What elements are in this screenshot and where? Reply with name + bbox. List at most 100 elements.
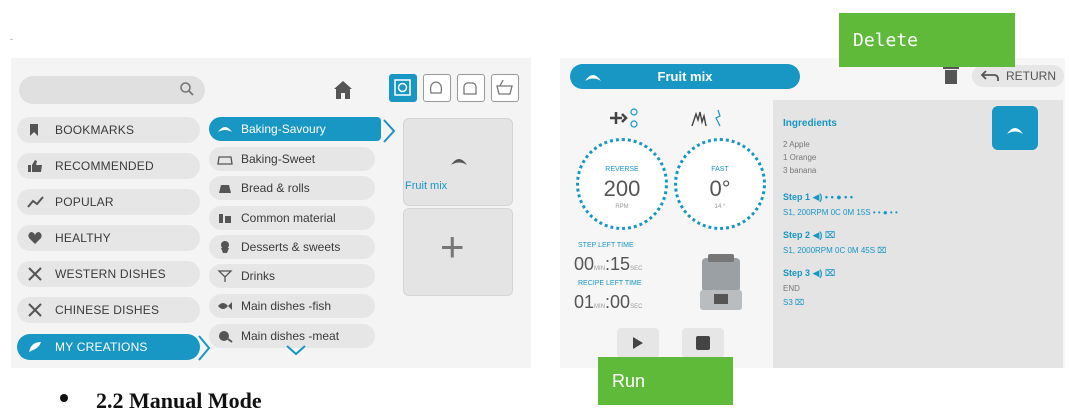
subcategory-label: Baking-Sweet xyxy=(241,152,316,166)
return-button[interactable]: RETURN xyxy=(972,65,1064,87)
subcategory-baking-savoury[interactable]: Baking-Savoury xyxy=(209,117,381,141)
play-button[interactable] xyxy=(617,328,659,358)
subcategory-label: Bread & rolls xyxy=(241,181,310,195)
ingredients-panel: Ingredients 2 Apple 1 Orange 3 banana St… xyxy=(773,100,1063,368)
subcategory-desserts-sweets[interactable]: Desserts & sweets xyxy=(209,235,375,259)
recipe-title: Fruit mix xyxy=(657,69,713,84)
cupcake-icon xyxy=(217,240,233,254)
undo-arrow-icon xyxy=(980,70,999,81)
category-western-dishes[interactable]: WESTERN DISHES xyxy=(17,261,200,287)
step-3-title[interactable]: Step 3 ◀) ⌧ xyxy=(783,268,835,279)
fork-knife-icon xyxy=(27,267,45,281)
recipe-card-label: Fruit mix xyxy=(405,180,448,192)
category-popular[interactable]: POPULAR xyxy=(17,189,200,215)
category-label: POPULAR xyxy=(55,195,114,209)
play-icon xyxy=(633,337,643,349)
step-left-time: 00MIN:15SEC xyxy=(574,254,643,274)
my-creations-icon xyxy=(27,340,45,354)
chopsticks-icon xyxy=(27,303,45,317)
thumbs-up-icon xyxy=(27,159,45,173)
add-recipe-button[interactable]: + xyxy=(403,208,513,296)
bullet-point xyxy=(60,394,68,402)
cocktail-icon xyxy=(217,269,233,283)
recipe-thumbnail[interactable] xyxy=(992,106,1038,150)
recipes-tab-icon[interactable] xyxy=(389,74,417,102)
step-1-title[interactable]: Step 1 ◀) • • ● • • xyxy=(783,192,853,203)
step-left-time-label: STEP LEFT TIME xyxy=(578,242,634,249)
subcategory-label: Desserts & sweets xyxy=(241,240,341,254)
chevron-down-icon[interactable] xyxy=(285,344,307,356)
category-label: BOOKMARKS xyxy=(55,123,135,137)
category-healthy[interactable]: HEALTHY xyxy=(17,225,200,251)
category-label: WESTERN DISHES xyxy=(55,267,166,281)
category-recommended[interactable]: RECOMMENDED xyxy=(17,153,200,179)
ingredient-item: 3 banana xyxy=(783,166,817,175)
croissant-icon xyxy=(585,75,601,81)
recipe-card[interactable] xyxy=(403,118,513,206)
subcategory-common-material[interactable]: Common material xyxy=(209,206,375,230)
ingredients-title: Ingredients xyxy=(783,118,837,129)
subcategory-baking-sweet[interactable]: Baking-Sweet xyxy=(209,147,375,171)
ingredients-icon xyxy=(217,211,233,225)
category-chinese-dishes[interactable]: CHINESE DISHES xyxy=(17,297,200,323)
temperature-sub-value: 14 ° xyxy=(714,204,726,210)
category-label: CHINESE DISHES xyxy=(55,303,160,317)
flame-icon xyxy=(691,109,721,127)
step-3-detail: END xyxy=(783,284,800,293)
search-input[interactable] xyxy=(19,76,205,104)
category-my-creations[interactable]: MY CREATIONS xyxy=(17,334,200,360)
appliance-image xyxy=(700,254,742,310)
ingredient-item: 1 Orange xyxy=(783,153,817,162)
step-2-title[interactable]: Step 2 ◀) ⌧ xyxy=(783,230,835,241)
run-callout: Run xyxy=(598,357,733,405)
croissant-icon xyxy=(217,122,233,136)
search-icon xyxy=(180,82,194,96)
stray-mark: - xyxy=(10,34,13,44)
cake-icon xyxy=(217,152,233,166)
subcategory-label: Drinks xyxy=(241,269,276,283)
section-heading: 2.2 Manual Mode xyxy=(96,388,262,413)
speed-mode-label: REVERSE xyxy=(605,166,639,173)
home-icon[interactable] xyxy=(331,78,355,102)
subcategory-drinks[interactable]: Drinks xyxy=(209,264,375,288)
temperature-value: 0° xyxy=(709,176,731,201)
speed-unit: RPM xyxy=(615,204,629,210)
subcategory-label: Baking-Savoury xyxy=(241,122,326,136)
chef-tab-icon[interactable] xyxy=(423,74,451,102)
recipe-left-time: 01MIN:00SEC xyxy=(574,292,643,312)
croissant-icon xyxy=(451,159,467,165)
delete-callout: Delete xyxy=(839,13,1015,67)
recipe-browser-screen: BOOKMARKS RECOMMENDED POPULAR HEALTHY WE… xyxy=(11,58,531,368)
recipe-title-bar: Fruit mix xyxy=(570,64,800,89)
subcategory-main-fish[interactable]: Main dishes -fish xyxy=(209,294,375,318)
category-bookmarks[interactable]: BOOKMARKS xyxy=(17,117,200,143)
category-label: HEALTHY xyxy=(55,231,111,245)
trending-icon xyxy=(27,195,45,209)
return-label: RETURN xyxy=(1006,69,1056,83)
stop-icon xyxy=(696,336,710,350)
stop-button[interactable] xyxy=(682,328,724,358)
step-1-detail: S1, 200RPM 0C 0M 15S • • ● • • xyxy=(783,208,898,217)
fish-icon xyxy=(217,299,233,313)
meat-icon xyxy=(217,329,233,343)
bookmark-icon xyxy=(27,123,45,137)
temperature-mode-label: FAST xyxy=(711,166,729,173)
subcategory-bread-rolls[interactable]: Bread & rolls xyxy=(209,176,375,200)
bread-icon xyxy=(217,181,233,195)
subcategory-label: Main dishes -fish xyxy=(241,299,332,313)
hat-tab-icon[interactable] xyxy=(457,74,485,102)
chevron-right-icon xyxy=(383,119,396,143)
subcategory-label: Main dishes -meat xyxy=(241,329,340,343)
subcategory-label: Common material xyxy=(241,211,336,225)
plus-icon: + xyxy=(440,223,465,270)
step-2-detail: S1, 2000RPM 0C 0M 45S ⌧ xyxy=(783,246,887,255)
heart-icon xyxy=(27,231,45,245)
recipe-detail-screen: Fruit mix RETURN REVERSE 200 RPM FAST 0°… xyxy=(560,58,1065,368)
speed-value: 200 xyxy=(603,176,641,201)
croissant-icon xyxy=(1007,128,1023,134)
ingredient-item: 2 Apple xyxy=(783,140,810,149)
category-label: RECOMMENDED xyxy=(55,159,154,173)
basket-tab-icon[interactable] xyxy=(491,74,519,102)
trash-icon[interactable] xyxy=(943,65,959,85)
blade-speed-icon xyxy=(610,108,638,128)
